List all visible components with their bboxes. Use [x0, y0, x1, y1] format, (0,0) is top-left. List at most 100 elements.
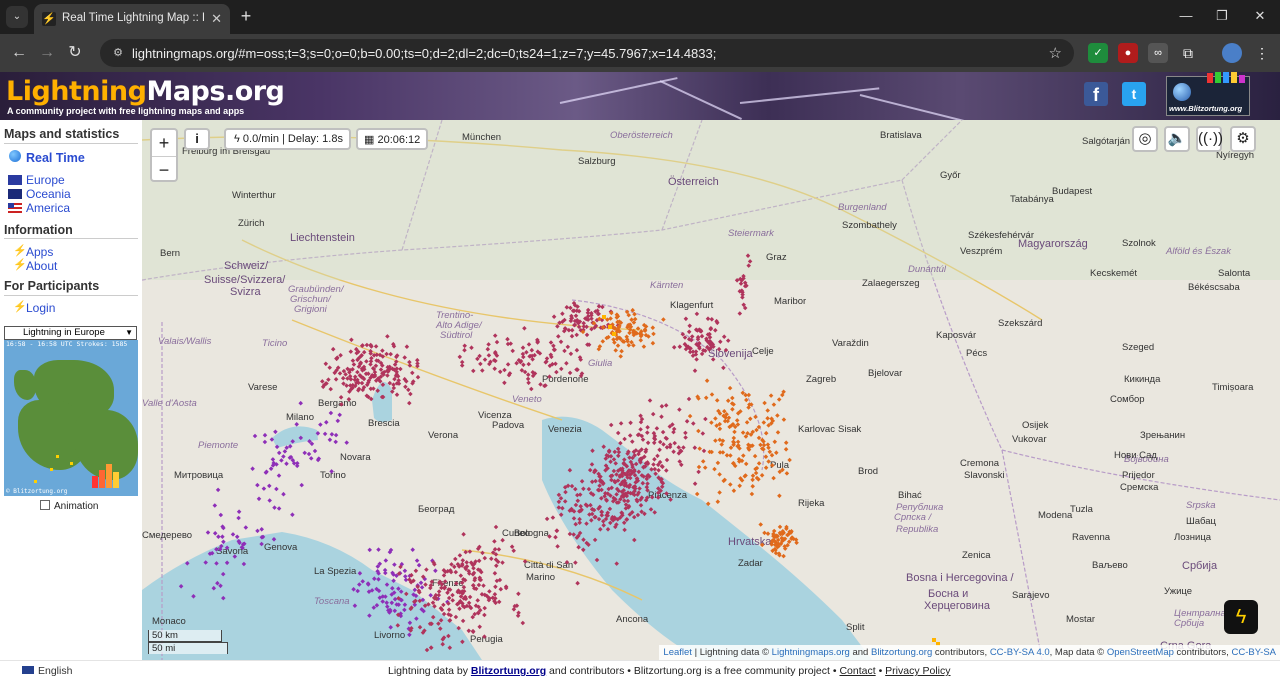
lightning-strike-marker [276, 473, 282, 478]
osm-link[interactable]: OpenStreetMap [1107, 647, 1174, 658]
twitter-icon[interactable]: t [1122, 82, 1146, 106]
lightningmaps-link[interactable]: Lightningmaps.org [772, 647, 850, 658]
lightning-strike-marker [651, 462, 656, 467]
nav-login[interactable]: Login [26, 301, 55, 315]
lightning-strike-marker [573, 521, 578, 527]
lightning-strike-marker [428, 593, 433, 598]
browser-menu-icon[interactable]: ⋮ [1252, 43, 1272, 63]
footer-blitzortung-link[interactable]: Blitzortung.org [471, 665, 546, 677]
lightning-strike-marker [704, 378, 710, 383]
lightning-strike-marker [692, 368, 698, 373]
lightning-strike-marker [459, 359, 465, 365]
nav-apps[interactable]: Apps [26, 245, 53, 259]
address-bar[interactable]: ⚙ lightningmaps.org/#m=oss;t=3;s=0;o=0;b… [100, 39, 1074, 67]
europe-minimap[interactable]: 16:58 - 16:58 UTC Strokes: 1585 © Blitzo… [4, 340, 138, 496]
animation-checkbox[interactable] [40, 500, 50, 510]
lightning-strike-marker [787, 457, 792, 463]
lightning-strike-marker [728, 453, 733, 458]
lightning-strike-marker [398, 366, 403, 372]
nav-oceania[interactable]: Oceania [26, 187, 71, 201]
lightning-strike-marker [555, 324, 560, 329]
lightning-strike-marker [250, 466, 255, 471]
info-icon[interactable]: i [184, 128, 210, 150]
reload-icon[interactable]: ↻ [64, 42, 86, 64]
extension-badge-icon[interactable]: ● [1118, 43, 1138, 63]
footer-text-part: and contributors • Blitzortung.org is a … [546, 665, 840, 677]
lightning-strike-marker [480, 368, 485, 373]
zoom-out-button[interactable]: − [152, 156, 176, 182]
lightning-map[interactable]: Oberösterreich Bratislava Salgótarján Nyíre… [142, 120, 1280, 660]
profile-avatar[interactable] [1222, 43, 1242, 63]
bookmark-star-icon[interactable]: ☆ [1049, 44, 1062, 62]
lightning-strike-marker [638, 503, 644, 508]
lightning-strike-marker [480, 550, 485, 556]
time-display[interactable]: ▦ 20:06:12 [356, 128, 429, 150]
url-text[interactable]: lightningmaps.org/#m=oss;t=3;s=0;o=0;b=0… [132, 46, 716, 61]
nav-realtime[interactable]: Real Time [26, 151, 85, 165]
blitzortung-link[interactable]: Blitzortung.org [871, 647, 932, 658]
lightning-strike-marker [521, 362, 526, 368]
region-select[interactable]: Lightning in Europe ▼ [4, 326, 137, 340]
sound-icon[interactable]: 🔈 [1164, 126, 1190, 152]
lightning-strike-marker [273, 429, 278, 435]
lightning-app-icon[interactable]: ϟ [1224, 600, 1258, 634]
minimap-legend-bar [106, 464, 112, 488]
contact-link[interactable]: Contact [839, 665, 875, 677]
shield-extension-icon[interactable]: ✓ [1088, 43, 1108, 63]
facebook-icon[interactable]: f [1084, 82, 1108, 106]
lightning-strike-marker [740, 292, 745, 297]
tab-search-icon[interactable]: ⌄ [6, 6, 28, 28]
lightning-bolt-icon: ⚡ [13, 245, 27, 257]
lightning-strike-marker [551, 347, 557, 352]
close-window-icon[interactable]: ✕ [1250, 8, 1270, 24]
lightning-strike-marker [556, 334, 561, 339]
lightning-strike-marker [553, 361, 558, 367]
lightning-strike-marker [774, 450, 779, 455]
close-tab-icon[interactable]: ✕ [211, 11, 222, 27]
lightning-strike-marker [577, 516, 582, 522]
browser-tab[interactable]: ⚡ Real Time Lightning Map :: Lightning ✕ [34, 4, 230, 34]
lightning-strike-marker [486, 353, 492, 358]
lightning-strike-marker [450, 598, 455, 603]
nav-about[interactable]: About [26, 259, 57, 273]
back-icon[interactable]: ← [8, 42, 30, 64]
animation-toggle[interactable]: Animation [40, 500, 98, 512]
lightning-strike-marker [569, 483, 575, 489]
privacy-policy-link[interactable]: Privacy Policy [885, 665, 950, 677]
lightning-strike-marker [747, 259, 753, 264]
lightning-strike-marker [471, 565, 476, 571]
leaflet-link[interactable]: Leaflet [663, 647, 692, 658]
lightning-strike-marker [373, 344, 379, 349]
osm-license-link[interactable]: CC-BY-SA [1231, 647, 1276, 658]
signal-icon[interactable]: ((·)) [1196, 126, 1223, 152]
maximize-icon[interactable]: ❐ [1212, 8, 1232, 24]
glasses-extension-icon[interactable]: ∞ [1148, 43, 1168, 63]
site-settings-icon[interactable]: ⚙ [110, 45, 126, 61]
globe-icon [1173, 83, 1191, 101]
blitzortung-logo[interactable]: www.Blitzortung.org [1166, 72, 1250, 116]
lightning-strike-marker [221, 539, 226, 545]
nav-america[interactable]: America [26, 201, 70, 215]
lightning-strike-marker [522, 326, 527, 331]
settings-gear-icon[interactable]: ⚙ [1230, 126, 1256, 152]
language-selector[interactable]: English [22, 665, 72, 677]
lightning-strike-marker [329, 432, 335, 437]
minimap-strike [56, 455, 59, 458]
lightning-strike-marker [767, 449, 773, 455]
lightning-strike-marker [492, 539, 497, 544]
new-tab-button[interactable]: + [236, 6, 256, 27]
lightning-strike-marker [378, 367, 384, 372]
nav-europe[interactable]: Europe [26, 173, 65, 187]
lightning-strike-marker [614, 561, 619, 566]
lightning-strike-marker [753, 414, 758, 420]
minimize-icon[interactable]: — [1176, 8, 1196, 23]
lightning-strike-marker [453, 614, 459, 620]
lightning-strike-marker [615, 430, 621, 436]
site-logo[interactable]: LightningMaps.org [6, 76, 285, 107]
extensions-puzzle-icon[interactable]: ⧉ [1178, 43, 1198, 63]
forward-icon[interactable]: → [36, 42, 58, 64]
locate-icon[interactable]: ◎ [1132, 126, 1158, 152]
zoom-in-button[interactable]: + [152, 130, 176, 156]
license-link[interactable]: CC-BY-SA 4.0 [990, 647, 1050, 658]
minimap-legend-bar [99, 470, 105, 488]
